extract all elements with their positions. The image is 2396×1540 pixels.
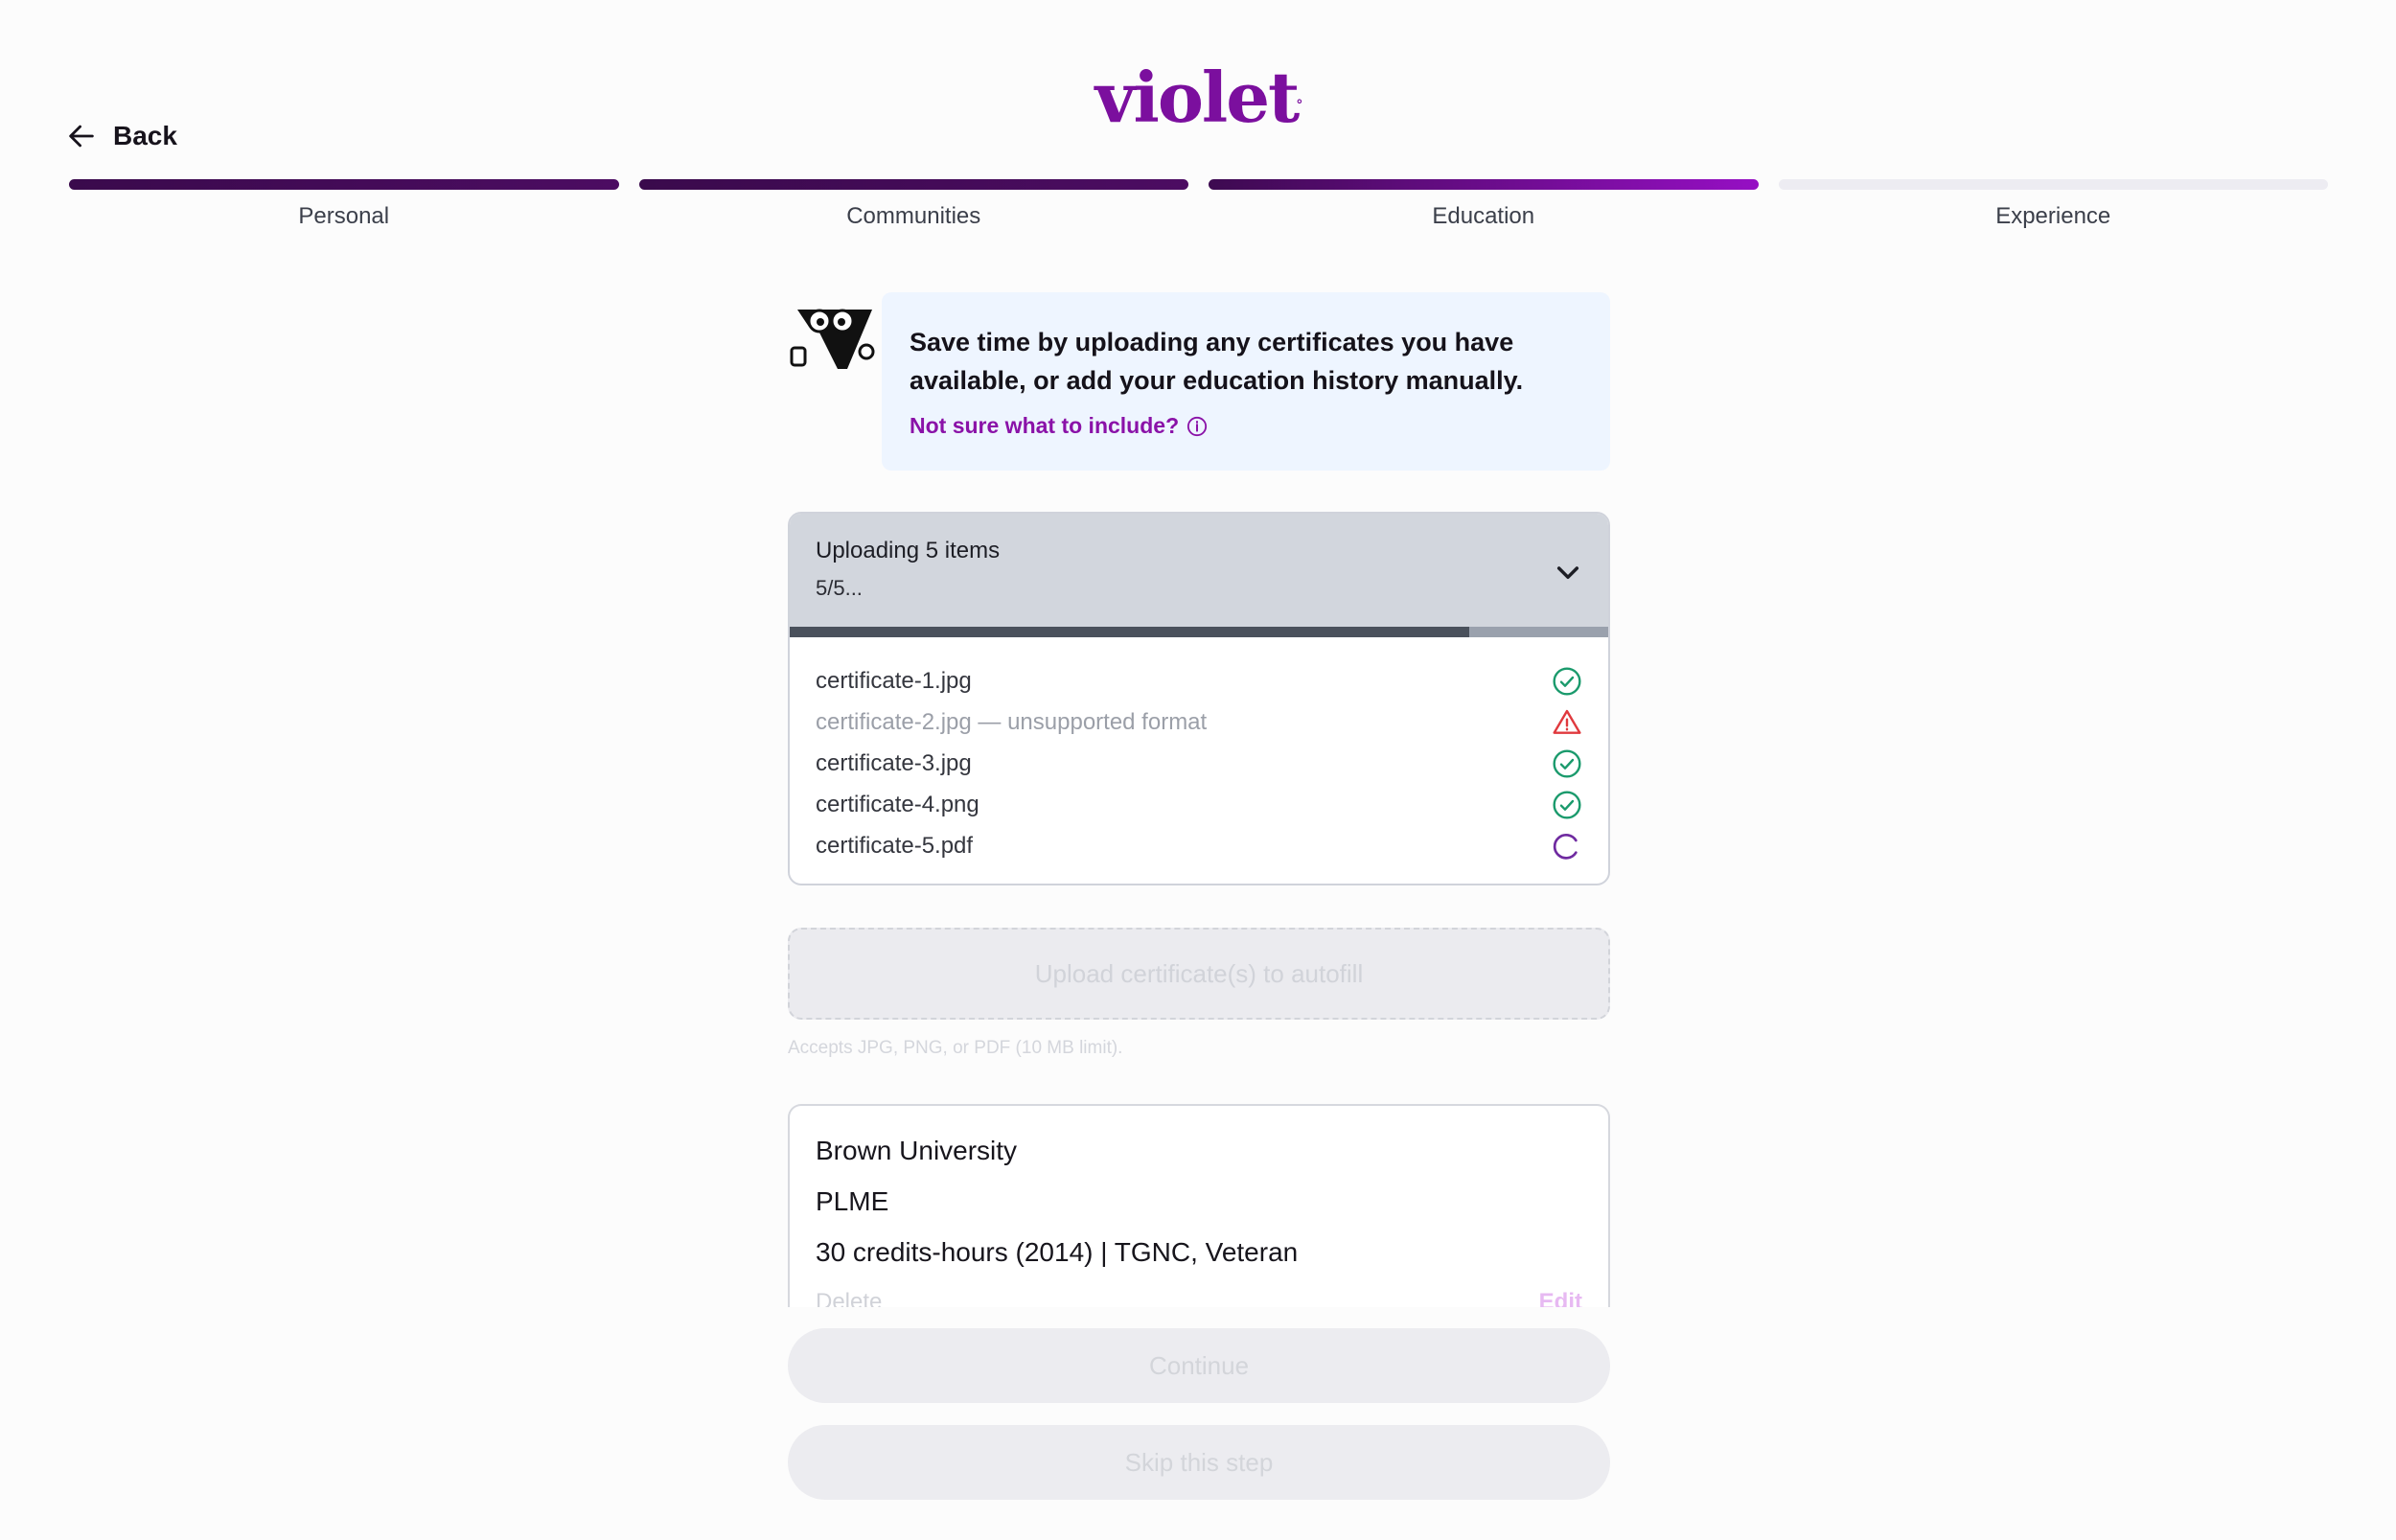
back-button[interactable]: Back xyxy=(65,120,177,152)
upload-progress-bar xyxy=(790,627,1608,637)
logo-text: violet xyxy=(1094,57,1301,138)
step-label: Education xyxy=(1432,203,1535,229)
step-experience: Experience xyxy=(1778,179,2328,230)
violet-logo: violet° xyxy=(0,59,2396,136)
chevron-down-icon[interactable] xyxy=(1553,557,1583,587)
program-name: PLME xyxy=(816,1186,889,1216)
tip-section: Save time by uploading any certificates … xyxy=(788,292,1610,471)
file-name: certificate-5.pdf xyxy=(816,832,974,859)
tip-message: Save time by uploading any certificates … xyxy=(910,323,1582,400)
file-name: certificate-2.jpg — unsupported format xyxy=(816,708,1208,735)
step-label: Personal xyxy=(298,203,390,229)
file-row: certificate-2.jpg — unsupported format xyxy=(816,701,1582,743)
step-communities: Communities xyxy=(638,179,1188,230)
upload-title: Uploading 5 items xyxy=(816,538,1001,563)
help-link[interactable]: Not sure what to include? xyxy=(910,413,1208,439)
tip-line-2: available, or add your education history… xyxy=(910,366,1524,395)
step-label: Experience xyxy=(1995,203,2111,229)
skip-step-button[interactable]: Skip this step xyxy=(788,1425,1610,1500)
education-details: 30 credits-hours (2014) | TGNC, Veteran xyxy=(816,1237,1299,1267)
delete-button[interactable]: Delete xyxy=(816,1289,882,1307)
edit-button[interactable]: Edit xyxy=(1539,1289,1582,1307)
upload-certificates-button[interactable]: Upload certificate(s) to autofill xyxy=(788,928,1610,1020)
arrow-left-icon xyxy=(69,125,94,148)
step-bar xyxy=(1778,179,2328,190)
upload-progress-fill xyxy=(790,627,1469,637)
step-personal: Personal xyxy=(69,179,619,230)
file-list: certificate-1.jpg certificate-2.jpg — un… xyxy=(790,637,1608,866)
check-circle-icon xyxy=(1553,748,1581,778)
loading-spinner-icon xyxy=(1553,833,1578,860)
warning-triangle-icon xyxy=(1553,709,1581,734)
info-icon xyxy=(1187,416,1208,436)
step-bar xyxy=(1209,179,1759,190)
logo-mark: ° xyxy=(1296,98,1302,113)
check-circle-icon xyxy=(1553,666,1581,696)
school-name: Brown University xyxy=(816,1136,1018,1165)
step-education: Education xyxy=(1209,179,1759,230)
file-name: certificate-4.png xyxy=(816,791,979,817)
tip-box: Save time by uploading any certificates … xyxy=(882,292,1610,471)
check-circle-icon xyxy=(1553,790,1581,819)
tip-line-1: Save time by uploading any certificates … xyxy=(910,328,1514,356)
step-label: Communities xyxy=(846,203,981,229)
continue-button[interactable]: Continue xyxy=(788,1328,1610,1403)
file-row: certificate-3.jpg xyxy=(816,743,1582,784)
education-entry-card: Brown University PLME 30 credits-hours (… xyxy=(788,1104,1610,1307)
upload-panel-header[interactable]: Uploading 5 items 5/5... xyxy=(790,514,1608,627)
mascot-icon xyxy=(790,309,875,369)
step-bar xyxy=(638,179,1188,190)
upload-status: 5/5... xyxy=(816,576,863,600)
file-name: certificate-3.jpg xyxy=(816,749,972,776)
progress-stepper: Personal Communities Education Experienc… xyxy=(69,179,2328,230)
file-name: certificate-1.jpg xyxy=(816,667,972,694)
upload-progress-panel: Uploading 5 items 5/5... certificate-1.j… xyxy=(788,512,1610,885)
back-label: Back xyxy=(113,121,177,150)
file-row: certificate-5.pdf xyxy=(816,825,1582,866)
step-bar xyxy=(69,179,619,190)
file-row: certificate-1.jpg xyxy=(816,660,1582,701)
file-row: certificate-4.png xyxy=(816,784,1582,825)
accepted-formats-note: Accepts JPG, PNG, or PDF (10 MB limit). xyxy=(788,1038,1123,1058)
card-actions: Delete Edit xyxy=(816,1289,1582,1307)
help-link-label: Not sure what to include? xyxy=(910,413,1180,438)
